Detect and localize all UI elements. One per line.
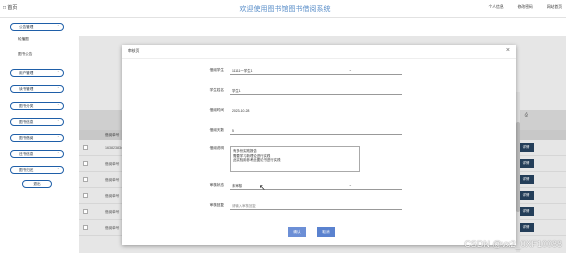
row-checkbox[interactable] bbox=[83, 225, 88, 230]
detail-button[interactable]: 详情 bbox=[518, 143, 534, 152]
detail-button[interactable]: 详情 bbox=[518, 175, 534, 184]
column-header: 借阅单号 bbox=[105, 133, 120, 137]
sidebar-item-label: 读书管理 bbox=[19, 87, 34, 91]
sidebar-item-label: 图书借阅 bbox=[19, 136, 34, 140]
detail-button[interactable]: 详情 bbox=[518, 207, 534, 216]
chevron-down-icon: ˇ bbox=[57, 167, 59, 172]
confirm-button[interactable]: 确认 bbox=[288, 227, 306, 237]
detail-button[interactable]: 详情 bbox=[518, 159, 534, 168]
top-links: 个人信息 修改密码 网站首页 bbox=[488, 5, 562, 10]
reply-input[interactable]: 请输入审核回复 bbox=[230, 203, 402, 210]
chevron-down-icon: ˇ bbox=[57, 135, 59, 140]
chevron-down-icon: ⌄ bbox=[348, 182, 352, 187]
detail-button[interactable]: 详情 bbox=[518, 191, 534, 200]
sidebar-item-label: 还书信息 bbox=[19, 152, 34, 156]
detail-button[interactable]: 详情 bbox=[518, 223, 534, 232]
row-checkbox[interactable] bbox=[83, 145, 88, 150]
sidebar-item-return-info[interactable]: 还书信息 ˇ bbox=[10, 150, 64, 158]
mouse-cursor-icon: ↖ bbox=[259, 183, 266, 192]
table-cell: 借阅单号 bbox=[105, 162, 120, 166]
row-checkbox[interactable] bbox=[83, 209, 88, 214]
table-cell: 借阅单号 bbox=[105, 178, 120, 182]
sidebar-item-readers[interactable]: 读书管理 ˇ bbox=[10, 85, 64, 93]
status-select[interactable]: 未审核 ⌄ bbox=[230, 182, 402, 190]
chevron-down-icon: ⌄ bbox=[348, 67, 352, 72]
reason-textarea[interactable]: 有多份实践报告 需要学习新理论进行实践 此实验用参考此图论书进行实践 bbox=[230, 146, 360, 172]
scrollbar-thumb[interactable] bbox=[516, 122, 520, 212]
field-label: 学生姓名 bbox=[209, 88, 224, 92]
chevron-down-icon: ˇ bbox=[57, 119, 59, 124]
table-cell: 借阅单号 bbox=[105, 194, 120, 198]
table-cell: 借阅单号 bbox=[105, 210, 120, 214]
field-label: 借阅时间 bbox=[209, 108, 224, 112]
sidebar: 公告管理 ˆ 轮播图 图书公告 用户管理 ˇ 读书管理 ˇ 图书分类 ˇ 图书信… bbox=[0, 18, 75, 253]
chevron-down-icon: ˇ bbox=[57, 70, 59, 75]
change-password-link[interactable]: 修改密码 bbox=[518, 5, 533, 10]
sidebar-item-borrow[interactable]: 图书借阅 ˇ bbox=[10, 134, 64, 142]
sidebar-item-users[interactable]: 用户管理 ˇ bbox=[10, 69, 64, 77]
student-select-value: 11111一学生1 bbox=[232, 69, 253, 73]
row-checkbox[interactable] bbox=[83, 193, 88, 198]
sidebar-item-label: 图书分类 bbox=[19, 104, 34, 108]
field-label: 审核回复 bbox=[209, 203, 224, 207]
chevron-up-icon: ˆ bbox=[57, 24, 59, 29]
sidebar-sub-book-notice[interactable]: 图书公告 bbox=[18, 52, 32, 57]
field-label: 借阅说明 bbox=[209, 146, 224, 150]
row-checkbox[interactable] bbox=[83, 161, 88, 166]
sidebar-item-announcements[interactable]: 公告管理 ˆ bbox=[10, 23, 64, 31]
chevron-down-icon: ˇ bbox=[57, 86, 59, 91]
sidebar-sub-carousel[interactable]: 轮播图 bbox=[18, 37, 29, 42]
student-select[interactable]: 11111一学生1 ⌄ bbox=[230, 67, 402, 75]
print-icon[interactable]: ⎙ bbox=[525, 112, 528, 117]
logout-button[interactable]: 退出 bbox=[22, 180, 52, 188]
borrow-time-value: 2023-10-28 bbox=[232, 109, 250, 113]
chevron-down-icon: ˇ bbox=[57, 151, 59, 156]
watermark: CSDN @vx2_0XF10088 bbox=[464, 239, 562, 249]
chevron-down-icon: ˇ bbox=[57, 103, 59, 108]
table-cell: 借阅单号 bbox=[105, 226, 120, 230]
cancel-button[interactable]: 取消 bbox=[317, 227, 335, 237]
sidebar-item-label: 图书归还 bbox=[19, 168, 34, 172]
system-title: 欢迎使用图书馆图书借阅系统 bbox=[239, 6, 331, 13]
reason-line: 此实验用参考此图论书进行实践 bbox=[233, 158, 281, 163]
sidebar-item-label: 公告管理 bbox=[19, 25, 34, 29]
field-label: 审核状态 bbox=[209, 183, 224, 187]
field-label: 借阅学生 bbox=[209, 68, 224, 72]
dialog-header: 审核页 × bbox=[122, 45, 516, 59]
home-link[interactable]: □ 首页 bbox=[3, 4, 17, 11]
profile-link[interactable]: 个人信息 bbox=[488, 5, 503, 10]
review-dialog: 审核页 × 借阅学生 11111一学生1 ⌄ 学生姓名 学生1 借阅时间 202… bbox=[122, 45, 516, 245]
sidebar-item-label: 用户管理 bbox=[19, 71, 34, 75]
sidebar-item-books[interactable]: 图书信息 ˇ bbox=[10, 118, 64, 126]
scrollbar[interactable] bbox=[516, 92, 520, 252]
borrow-days-input[interactable]: 5 bbox=[230, 128, 402, 135]
sidebar-item-return[interactable]: 图书归还 ˇ bbox=[10, 166, 64, 174]
top-bar: □ 首页 欢迎使用图书馆图书借阅系统 个人信息 修改密码 网站首页 bbox=[0, 0, 566, 18]
site-home-link[interactable]: 网站首页 bbox=[547, 5, 562, 10]
sidebar-item-categories[interactable]: 图书分类 ˇ bbox=[10, 102, 64, 110]
dialog-title: 审核页 bbox=[128, 49, 140, 53]
close-icon[interactable]: × bbox=[506, 47, 510, 54]
field-label: 借阅天数 bbox=[209, 128, 224, 132]
student-name-input[interactable]: 学生1 bbox=[230, 88, 402, 95]
row-checkbox[interactable] bbox=[83, 177, 88, 182]
sidebar-item-label: 图书信息 bbox=[19, 120, 34, 124]
status-select-value: 未审核 bbox=[232, 184, 243, 188]
